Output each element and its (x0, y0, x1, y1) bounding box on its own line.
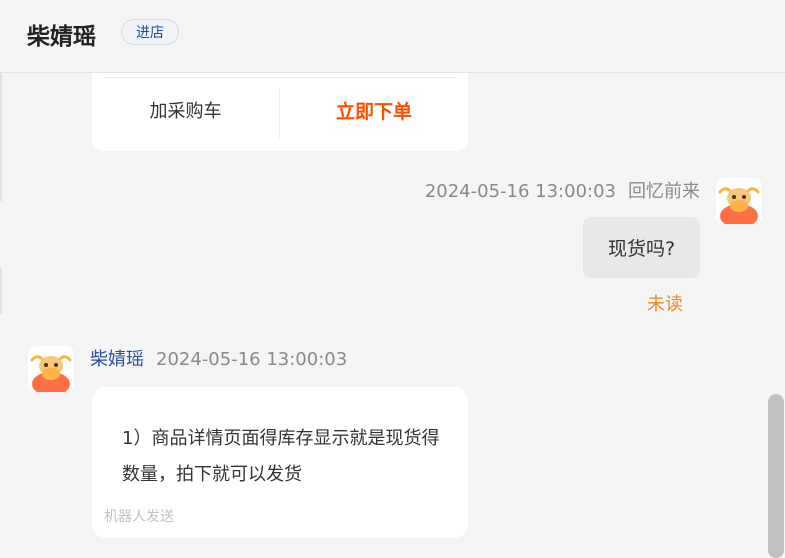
message-sender: 回忆前来 (628, 181, 700, 202)
message-meta: 柴婧瑶 2024-05-16 13:00:03 (90, 345, 347, 371)
message-meta: 2024-05-16 13:00:03 回忆前来 (425, 177, 700, 203)
message-timestamp: 2024-05-16 13:00:03 (156, 349, 348, 370)
buy-now-button[interactable]: 立即下单 (280, 80, 468, 140)
user-avatar[interactable] (716, 178, 762, 224)
left-edge-marker (0, 73, 2, 201)
cow-mascot-icon (716, 178, 762, 224)
shop-avatar[interactable] (28, 346, 74, 392)
message-bubble: 现货吗? (583, 217, 700, 278)
left-edge-marker (0, 268, 2, 314)
read-status: 未读 (647, 294, 683, 315)
robot-sent-label: 机器人发送 (104, 509, 174, 525)
cow-mascot-icon (28, 346, 74, 392)
message-sender[interactable]: 柴婧瑶 (90, 349, 144, 370)
message-timestamp: 2024-05-16 13:00:03 (424, 181, 616, 202)
message-bubble: 1）商品详情页面得库存显示就是现货得数量，拍下就可以发货 机器人发送 (92, 387, 468, 538)
message-text: 1）商品详情页面得库存显示就是现货得数量，拍下就可以发货 (122, 428, 440, 485)
card-divider (104, 77, 456, 78)
scrollbar-thumb[interactable] (768, 394, 784, 558)
product-card: 加采购车 立即下单 (92, 60, 468, 151)
shop-name: 柴婧瑶 (27, 24, 96, 50)
add-to-cart-button[interactable]: 加采购车 (92, 80, 279, 140)
chat-header: 柴婧瑶 进店 (0, 0, 785, 73)
enter-shop-button[interactable]: 进店 (121, 19, 179, 45)
